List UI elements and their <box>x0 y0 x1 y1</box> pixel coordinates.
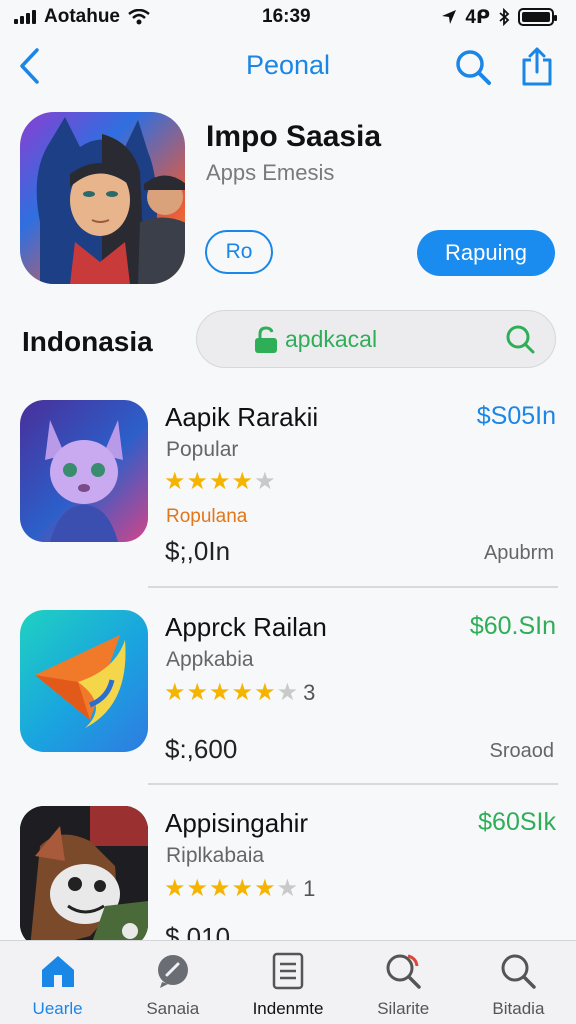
item-subtitle: Appkabia <box>166 648 254 671</box>
search-icon <box>383 951 423 991</box>
search-button[interactable] <box>452 46 494 88</box>
tab-chat[interactable]: Sanaia <box>115 941 230 1024</box>
tab-bar: Uearle Sanaia Indenmte Silarite Bitadia <box>0 940 576 1024</box>
star-icon: ★ <box>164 875 186 902</box>
app-title: Impo Saasia <box>206 120 382 153</box>
item-name: Apprck Railan <box>165 612 327 642</box>
app-header: Impo Saasia Apps Emesis Ro Rapuing <box>0 112 576 287</box>
home-icon <box>38 951 78 991</box>
primary-action-button[interactable]: Rapuing <box>417 230 555 276</box>
list-item[interactable]: Aapik Rarakii Popular ★ ★ ★ ★ ★ Ropulana… <box>0 392 576 582</box>
bluetooth-icon <box>499 8 510 26</box>
share-icon <box>522 47 552 86</box>
tab-label: Silarite <box>377 999 430 1018</box>
signal-icon <box>14 10 36 24</box>
list-item[interactable]: Apprck Railan Appkabia ★ ★ ★ ★ ★ ★ 3 $:,… <box>0 602 576 792</box>
rating-count: 1 <box>303 876 316 901</box>
item-tag: Ropulana <box>166 506 248 527</box>
item-name: Aapik Rarakii <box>165 402 319 432</box>
status-bar: Aotahue 16:39 4ᑭ <box>0 0 576 34</box>
section-label: Indonasia <box>22 326 153 357</box>
tab-search[interactable]: Silarite <box>346 941 461 1024</box>
app-icon[interactable] <box>20 112 185 284</box>
document-icon <box>268 951 308 991</box>
divider <box>148 586 558 588</box>
chat-icon <box>153 951 193 991</box>
creature-icon <box>20 400 148 542</box>
item-price: $;,0In <box>165 536 231 566</box>
item-price-button[interactable]: $60SIk <box>478 808 556 837</box>
tab-label: Bitadia <box>492 999 545 1018</box>
status-right-text: 4ᑭ <box>465 6 490 28</box>
app-subtitle: Apps Emesis <box>206 160 335 185</box>
cartoon-character-icon <box>20 806 148 948</box>
status-right: 4ᑭ <box>441 6 557 29</box>
nav-bar: Peonal <box>0 38 576 94</box>
lock-icon <box>255 326 277 353</box>
star-icon: ★ <box>209 679 231 706</box>
wifi-icon <box>128 9 150 25</box>
tab-home[interactable]: Uearle <box>0 941 115 1024</box>
search-icon <box>503 322 537 356</box>
star-icon: ★ <box>164 468 186 495</box>
item-name: Appisingahir <box>165 808 309 838</box>
outline-button[interactable]: Ro <box>205 230 273 274</box>
chevron-left-icon <box>20 48 39 84</box>
carrier-label: Aotahue <box>44 6 120 27</box>
star-icon: ★ <box>231 468 254 495</box>
tab-label: Uearle <box>32 999 83 1018</box>
star-empty-icon: ★ <box>276 875 299 902</box>
battery-icon <box>518 8 557 26</box>
star-icon: ★ <box>186 679 209 706</box>
star-rating: ★ ★ ★ ★ ★ <box>164 470 277 494</box>
tab-label: Indenmte <box>252 999 324 1018</box>
item-action[interactable]: Apubrm <box>484 542 554 565</box>
star-rating: ★ ★ ★ ★ ★ ★ 3 <box>164 680 315 706</box>
location-icon <box>442 10 457 24</box>
star-icon: ★ <box>231 679 254 706</box>
paper-plane-icon <box>20 610 148 752</box>
item-price-button[interactable]: $S05In <box>477 402 556 431</box>
search-icon <box>456 50 491 85</box>
tab-document[interactable]: Indenmte <box>230 941 345 1024</box>
section-row: Indonasia apdkacal <box>0 308 576 370</box>
item-price: $:,600 <box>165 734 238 764</box>
star-icon: ★ <box>209 468 231 495</box>
star-icon: ★ <box>164 679 186 706</box>
item-price-button[interactable]: $60.SIn <box>470 612 556 641</box>
tab-search-2[interactable]: Bitadia <box>461 941 576 1024</box>
status-left: Aotahue <box>14 6 150 28</box>
tab-label: Sanaia <box>146 999 200 1018</box>
star-empty-icon: ★ <box>254 468 276 495</box>
back-button[interactable] <box>12 46 46 86</box>
star-icon: ★ <box>254 679 276 706</box>
item-subtitle: Popular <box>166 438 239 461</box>
star-icon: ★ <box>186 875 209 902</box>
search-icon <box>498 951 538 991</box>
star-icon: ★ <box>186 468 209 495</box>
search-field[interactable]: apdkacal <box>196 310 556 368</box>
clock: 16:39 <box>262 6 311 27</box>
star-rating: ★ ★ ★ ★ ★ ★ 1 <box>164 876 315 902</box>
star-empty-icon: ★ <box>276 679 299 706</box>
star-icon: ★ <box>209 875 231 902</box>
share-button[interactable] <box>516 44 558 88</box>
hooded-character-icon <box>36 117 185 284</box>
divider <box>148 783 558 785</box>
star-icon: ★ <box>231 875 254 902</box>
search-text: apdkacal <box>285 325 378 352</box>
item-action[interactable]: Sroaod <box>490 740 555 763</box>
star-icon: ★ <box>254 875 276 902</box>
rating-count: 3 <box>303 680 316 705</box>
item-subtitle: Riplkabaia <box>166 844 265 867</box>
